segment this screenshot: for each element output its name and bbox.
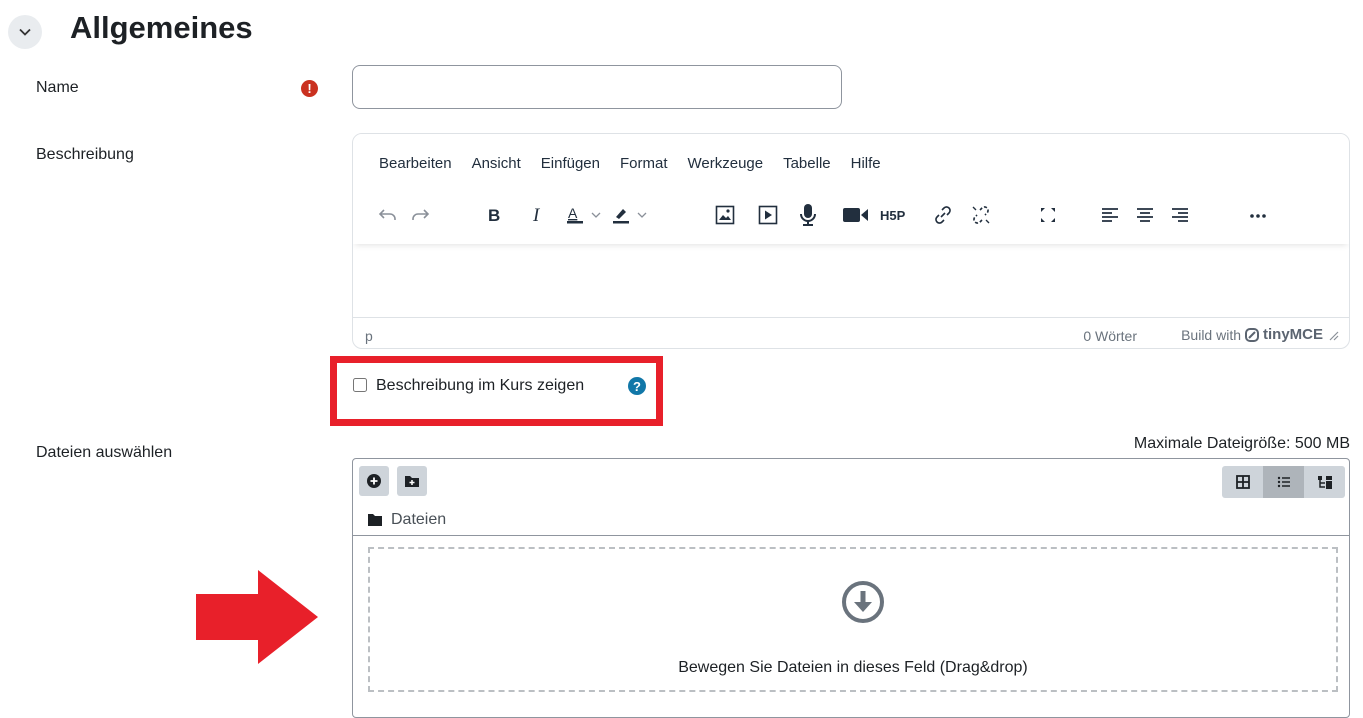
build-with-text: Build with — [1181, 326, 1241, 343]
image-icon — [715, 205, 735, 225]
svg-text:I: I — [532, 205, 541, 226]
description-label: Beschreibung — [36, 146, 134, 163]
file-manager-divider — [353, 535, 1349, 536]
menu-tabelle[interactable]: Tabelle — [773, 155, 841, 172]
redo-icon — [412, 209, 430, 220]
microphone-button[interactable] — [793, 200, 823, 230]
add-file-button[interactable] — [359, 466, 389, 496]
current-folder-path: Dateien — [367, 511, 446, 529]
folder-name[interactable]: Dateien — [391, 511, 446, 529]
align-center-icon — [1137, 208, 1153, 222]
list-icon — [1277, 476, 1290, 488]
view-icons-button[interactable] — [1222, 466, 1263, 498]
download-circle-icon — [842, 581, 884, 623]
files-label: Dateien auswählen — [36, 444, 173, 461]
media-button[interactable] — [753, 200, 783, 230]
max-file-size: Maximale Dateigröße: 500 MB — [1133, 435, 1350, 452]
folder-icon — [368, 514, 382, 526]
editor-menubar: Bearbeiten Ansicht Einfügen Format Werkz… — [369, 155, 891, 172]
svg-text:H5P: H5P — [880, 208, 906, 223]
view-list-button[interactable] — [1263, 466, 1304, 498]
plus-circle-icon — [367, 474, 381, 488]
align-left-button[interactable] — [1095, 200, 1125, 230]
folder-tree-icon — [1317, 476, 1332, 489]
name-input[interactable] — [352, 65, 842, 109]
image-button[interactable] — [710, 200, 740, 230]
video-button[interactable] — [839, 200, 873, 230]
folder-plus-icon — [405, 476, 419, 487]
menu-bearbeiten[interactable]: Bearbeiten — [369, 155, 462, 172]
drop-zone-text: Bewegen Sie Dateien in dieses Feld (Drag… — [678, 659, 1028, 676]
align-center-button[interactable] — [1130, 200, 1160, 230]
menu-werkzeuge[interactable]: Werkzeuge — [678, 155, 774, 172]
name-label: Name — [36, 79, 79, 96]
svg-text:B: B — [488, 206, 500, 225]
chevron-down-icon — [19, 28, 31, 36]
view-switcher — [1222, 466, 1345, 498]
menu-format[interactable]: Format — [610, 155, 678, 172]
bold-button[interactable]: B — [479, 200, 509, 230]
file-manager: Dateien Bewegen Sie Dateien in dieses Fe… — [352, 458, 1350, 718]
more-icon — [1250, 214, 1266, 218]
tinymce-branding[interactable]: Build with tinyMCE — [1181, 326, 1339, 343]
undo-icon — [378, 209, 396, 220]
redo-button[interactable] — [405, 200, 435, 230]
text-color-button[interactable]: A — [565, 200, 609, 230]
more-button[interactable] — [1243, 200, 1273, 230]
align-left-icon — [1102, 208, 1118, 222]
annotation-arrow-icon — [196, 570, 318, 664]
editor-header: Bearbeiten Ansicht Einfügen Format Werkz… — [353, 134, 1349, 244]
italic-icon: I — [532, 205, 541, 226]
grid-icon — [1235, 475, 1250, 489]
text-color-icon: A — [567, 205, 601, 224]
link-icon — [935, 206, 951, 224]
undo-button[interactable] — [373, 200, 403, 230]
resize-handle-icon[interactable] — [1327, 329, 1339, 341]
menu-einfuegen[interactable]: Einfügen — [531, 155, 610, 172]
word-count[interactable]: 0 Wörter — [1083, 328, 1137, 344]
help-icon[interactable]: ? — [628, 377, 646, 395]
menu-ansicht[interactable]: Ansicht — [462, 155, 531, 172]
menu-hilfe[interactable]: Hilfe — [841, 155, 891, 172]
unlink-icon — [972, 206, 990, 224]
show-description-checkbox[interactable] — [353, 378, 367, 392]
h5p-icon: H5P — [880, 208, 906, 223]
editor-statusbar: p 0 Wörter Build with tinyMCE — [353, 317, 1349, 348]
file-drop-zone[interactable]: Bewegen Sie Dateien in dieses Feld (Drag… — [368, 547, 1338, 692]
fullscreen-icon — [1041, 208, 1055, 222]
media-icon — [758, 205, 778, 225]
h5p-button[interactable]: H5P — [879, 200, 915, 230]
section-title: Allgemeines — [70, 10, 253, 45]
element-path[interactable]: p — [365, 328, 373, 344]
create-folder-button[interactable] — [397, 466, 427, 496]
tinymce-brand: tinyMCE — [1263, 326, 1323, 343]
collapse-section-button[interactable] — [8, 15, 42, 49]
highlight-color-button[interactable] — [611, 200, 655, 230]
tinymce-logo-icon — [1245, 327, 1259, 342]
view-tree-button[interactable] — [1304, 466, 1345, 498]
exclamation-icon: ! — [301, 80, 318, 97]
microphone-icon — [800, 204, 816, 226]
show-description-label[interactable]: Beschreibung im Kurs zeigen — [376, 377, 584, 395]
fullscreen-button[interactable] — [1033, 200, 1063, 230]
link-button[interactable] — [928, 200, 958, 230]
align-right-button[interactable] — [1165, 200, 1195, 230]
highlight-color-icon — [613, 209, 647, 224]
svg-text:A: A — [568, 205, 578, 221]
align-right-icon — [1172, 208, 1188, 222]
video-icon — [843, 208, 868, 222]
unlink-button[interactable] — [966, 200, 996, 230]
rich-text-editor: Bearbeiten Ansicht Einfügen Format Werkz… — [352, 133, 1350, 349]
italic-button[interactable]: I — [523, 200, 553, 230]
bold-icon: B — [488, 206, 500, 225]
